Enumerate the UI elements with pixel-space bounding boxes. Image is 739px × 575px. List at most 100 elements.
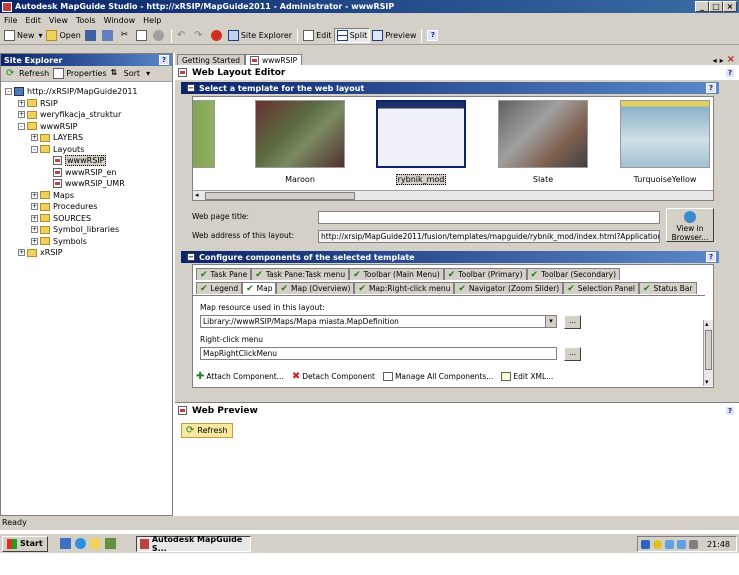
component-tab[interactable]: ✔ Task Pane (196, 268, 252, 280)
edit-xml-link[interactable]: Edit XML... (513, 372, 553, 381)
help-button[interactable]: ? (425, 28, 442, 43)
security-icon[interactable] (652, 539, 662, 549)
tree-node[interactable]: + xRSIP (1, 247, 172, 259)
component-tab[interactable]: ✔ Selection Panel (563, 282, 639, 294)
template-thumb-turquoiseyellow[interactable] (620, 100, 710, 168)
refresh-button[interactable]: ⟳ Refresh (4, 66, 51, 81)
chevron-down-icon[interactable]: ▾ (545, 316, 556, 327)
component-tab[interactable]: ✔ Status Bar (638, 282, 697, 294)
cut-button[interactable]: ✂ (117, 28, 134, 43)
collapse-icon[interactable]: - (18, 122, 25, 130)
maximize-button[interactable]: □ (709, 1, 723, 12)
menu-window[interactable]: Window (100, 16, 140, 25)
preview-view-button[interactable]: Preview (370, 28, 418, 43)
expand-icon[interactable]: + (31, 203, 38, 211)
tree-node[interactable]: + weryfikacja_struktur (1, 109, 172, 121)
expand-icon[interactable]: + (18, 111, 25, 119)
collapse-icon[interactable]: - (5, 88, 12, 96)
menu-file[interactable]: File (0, 16, 21, 25)
scroll-up-icon[interactable]: ▴ (705, 320, 709, 328)
edit-view-button[interactable]: Edit (301, 28, 334, 43)
component-tab[interactable]: ✔ Map (Overview) (276, 282, 355, 294)
sort-button[interactable]: ⇅ Sort ▾ (109, 66, 152, 81)
help-icon[interactable]: ? (159, 55, 169, 65)
template-thumb-slate[interactable] (498, 100, 588, 168)
scrollbar-thumb[interactable] (205, 192, 355, 200)
page-title-input[interactable] (318, 211, 660, 224)
template-thumb-rybnik-mod[interactable] (376, 100, 466, 168)
tray-icon[interactable] (640, 539, 650, 549)
expand-icon[interactable]: + (31, 226, 38, 234)
help-icon[interactable]: ? (706, 83, 716, 93)
volume-icon[interactable] (688, 539, 698, 549)
help-icon[interactable]: ? (706, 252, 716, 262)
network-icon[interactable] (664, 539, 674, 549)
gallery-scrollbar[interactable]: ◂ (193, 190, 713, 200)
menu-tools[interactable]: Tools (72, 16, 100, 25)
component-tab[interactable]: ✔ Task Pane:Task menu (251, 268, 350, 280)
help-icon[interactable]: ? (725, 68, 735, 78)
tree-node[interactable]: + RSIP (1, 98, 172, 110)
help-icon[interactable]: ? (725, 406, 735, 416)
component-tab[interactable]: ✔ Map:Right-click menu (354, 282, 455, 294)
tree-node[interactable]: + Maps (1, 190, 172, 202)
template-thumb-partial[interactable] (193, 100, 215, 168)
browse-map-button[interactable]: ... (564, 315, 581, 329)
tree-node[interactable]: - wwwRSIP (1, 121, 172, 133)
map-resource-select[interactable]: Library://wwwRSIP/Maps/Mapa miasta.MapDe… (200, 315, 557, 328)
new-button[interactable]: New ▾ (2, 28, 44, 43)
taskbar-mapguide-studio[interactable]: Autodesk MapGuide S... (135, 535, 251, 553)
expand-icon[interactable]: + (18, 99, 25, 107)
menu-help[interactable]: Help (139, 16, 165, 25)
save-button[interactable] (83, 28, 100, 43)
site-explorer-button[interactable]: Site Explorer (226, 28, 294, 43)
component-tab[interactable]: ✔ Toolbar (Secondary) (526, 268, 621, 280)
tab-getting-started[interactable]: Getting Started (177, 54, 245, 65)
paste-button[interactable] (151, 28, 168, 43)
close-button[interactable]: × (723, 1, 737, 12)
tree-node[interactable]: - http://xRSIP/MapGuide2011 (1, 86, 172, 98)
tree-node[interactable]: wwwRSIP_en (1, 167, 172, 179)
tree-node[interactable]: + SOURCES (1, 213, 172, 225)
undo-button[interactable]: ↶ (175, 28, 192, 43)
web-address-field[interactable]: http://xrsip/MapGuide2011/fusion/templat… (318, 230, 660, 243)
expand-icon[interactable]: + (31, 237, 38, 245)
copy-button[interactable] (134, 28, 151, 43)
tree-node[interactable]: + Symbol_libraries (1, 224, 172, 236)
start-button[interactable]: Start (2, 535, 48, 552)
tab-scroll-left-icon[interactable]: ◂ (713, 56, 717, 65)
view-in-browser-button[interactable]: View in Browser... (666, 208, 714, 242)
scroll-down-icon[interactable]: ▾ (705, 378, 709, 386)
right-click-menu-input[interactable]: MapRightClickMenu (200, 347, 557, 360)
components-scrollbar[interactable]: ▴ ▾ (703, 320, 713, 386)
template-section-header[interactable]: − Select a template for the web layout ? (181, 82, 719, 94)
menu-view[interactable]: View (45, 16, 72, 25)
component-tab[interactable]: ✔ Legend (196, 282, 243, 294)
folder-icon[interactable] (89, 538, 101, 549)
expand-icon[interactable]: + (31, 191, 38, 199)
close-tab-icon[interactable]: × (727, 54, 735, 65)
network-icon[interactable] (676, 539, 686, 549)
attach-component-link[interactable]: Attach Component... (206, 372, 283, 381)
ie-icon[interactable] (74, 538, 86, 549)
expand-icon[interactable]: + (31, 134, 38, 142)
redo-button[interactable]: ↷ (192, 28, 209, 43)
menu-edit[interactable]: Edit (21, 16, 45, 25)
component-tab[interactable]: ✔ Map (242, 282, 277, 294)
split-view-button[interactable]: Split (333, 28, 371, 43)
preview-refresh-button[interactable]: ⟳ Refresh (181, 423, 233, 438)
properties-button[interactable]: Properties (51, 66, 108, 81)
tree-node[interactable]: wwwRSIP (1, 155, 172, 167)
browse-menu-button[interactable]: ... (564, 347, 581, 361)
tree-node[interactable]: + Symbols (1, 236, 172, 248)
stop-button[interactable] (209, 28, 226, 43)
component-tab[interactable]: ✔ Toolbar (Main Menu) (349, 268, 444, 280)
minimize-button[interactable]: _ (695, 1, 709, 12)
scrollbar-thumb[interactable] (705, 330, 712, 370)
detach-component-link[interactable]: Detach Component (302, 372, 375, 381)
tab-scroll-right-icon[interactable]: ▸ (720, 56, 724, 65)
collapse-icon[interactable]: - (31, 145, 38, 153)
expand-icon[interactable]: + (31, 214, 38, 222)
tab-wwwrsip[interactable]: wwwRSIP (245, 54, 303, 65)
component-tab[interactable]: ✔ Navigator (Zoom Slider) (454, 282, 564, 294)
